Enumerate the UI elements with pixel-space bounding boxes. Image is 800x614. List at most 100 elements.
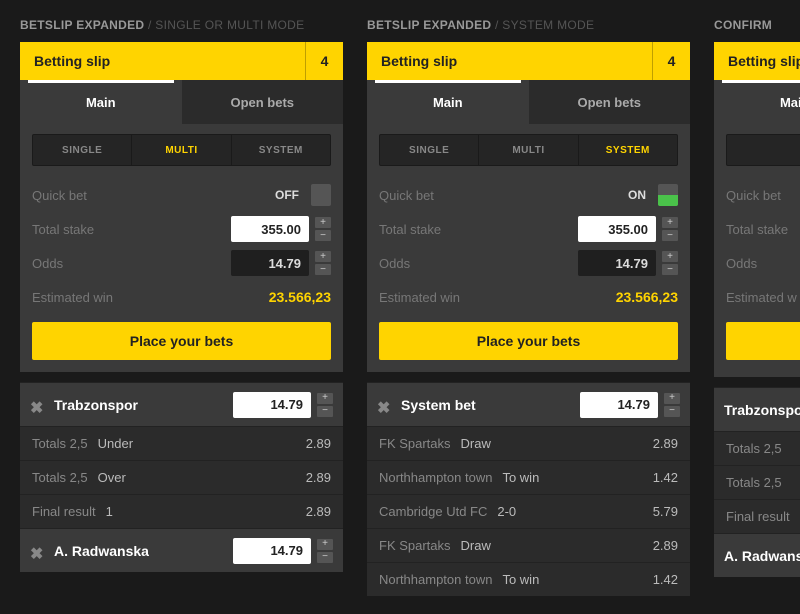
mode-single[interactable]: SINGLE xyxy=(727,135,800,165)
bet-decrement-button[interactable]: − xyxy=(317,406,333,417)
bet-line-pick: Draw xyxy=(461,436,653,451)
bet-line[interactable]: FK SpartaksDraw2.89 xyxy=(367,426,690,460)
stake-increment-button[interactable]: + xyxy=(315,217,331,228)
odds-decrement-button[interactable]: − xyxy=(662,264,678,275)
odds-input[interactable] xyxy=(578,250,656,276)
bet-line[interactable]: Totals 2,5Over2.89 xyxy=(20,460,343,494)
bet-line[interactable]: Northhampton townTo win1.42 xyxy=(367,460,690,494)
remove-bet-icon[interactable]: ✖ xyxy=(30,544,44,558)
tab-main[interactable]: Main xyxy=(714,80,800,124)
bet-line-odds: 1.42 xyxy=(653,572,678,587)
odds-label: Odds xyxy=(379,256,578,271)
bet-line[interactable]: Totals 2,5 xyxy=(714,431,800,465)
panel-title-main: BETSLIP EXPANDED xyxy=(367,18,491,32)
bet-line-market: Northhampton town xyxy=(379,572,492,587)
bet-line[interactable]: Totals 2,5 xyxy=(714,465,800,499)
odds-input[interactable] xyxy=(231,250,309,276)
header-bar: Betting slip4 xyxy=(20,42,343,80)
place-bets-button[interactable] xyxy=(726,322,800,360)
odds-decrement-button[interactable]: − xyxy=(315,264,331,275)
bet-stake-input[interactable] xyxy=(233,392,311,418)
panel-body: SINGLEMULTISYSTEMQuick betONTotal stake+… xyxy=(367,124,690,372)
mode-single[interactable]: SINGLE xyxy=(380,135,479,165)
bet-increment-button[interactable]: + xyxy=(317,539,333,550)
header-title: Betting slip xyxy=(367,42,652,80)
bet-line[interactable]: Final result1 xyxy=(714,499,800,533)
quick-bet-label: Quick bet xyxy=(726,188,800,203)
bet-line-pick: Under xyxy=(98,436,306,451)
bet-decrement-button[interactable]: − xyxy=(317,552,333,563)
remove-bet-icon[interactable]: ✖ xyxy=(30,398,44,412)
stake-increment-button[interactable]: + xyxy=(662,217,678,228)
bet-name: Trabzonspor xyxy=(724,402,800,418)
stake-decrement-button[interactable]: − xyxy=(662,230,678,241)
odds-label: Odds xyxy=(32,256,231,271)
bet-name: Trabzonspor xyxy=(54,397,233,413)
tabs: Main xyxy=(714,80,800,124)
estimated-row: Estimated win23.566,23 xyxy=(379,280,678,314)
bet-line-odds: 2.89 xyxy=(306,504,331,519)
bet-line-odds: 2.89 xyxy=(306,470,331,485)
bet-increment-button[interactable]: + xyxy=(664,393,680,404)
stake-input[interactable] xyxy=(578,216,656,242)
bet-stepper: +− xyxy=(317,539,333,563)
bets-list: Trabzonspor Totals 2,5 Totals 2,5 Final res… xyxy=(714,387,800,577)
bet-header: ✖ Trabzonspor + − xyxy=(20,382,343,426)
bet-line[interactable]: Totals 2,5Under2.89 xyxy=(20,426,343,460)
bet-name: System bet xyxy=(401,397,580,413)
quick-bet-row: Quick betOFF xyxy=(32,178,331,212)
bet-header: Trabzonspor xyxy=(714,387,800,431)
bets-list: ✖ System bet + − FK SpartaksDraw2.89 Northham… xyxy=(367,382,690,596)
estimated-value: 23.566,23 xyxy=(269,289,331,305)
stake-row: Total stake + − xyxy=(32,212,331,246)
estimated-label: Estimated w xyxy=(726,290,800,305)
bet-line-market: Totals 2,5 xyxy=(726,475,782,490)
tab-main[interactable]: Main xyxy=(20,80,182,124)
place-bets-button[interactable]: Place your bets xyxy=(32,322,331,360)
betslip-panel: CONFIRMBetting slipMainSINGLEQuick betTo… xyxy=(714,18,800,596)
remove-bet-icon[interactable]: ✖ xyxy=(377,398,391,412)
bet-stake-input[interactable] xyxy=(233,538,311,564)
quick-bet-row: Quick bet xyxy=(726,178,800,212)
bet-line[interactable]: FK SpartaksDraw2.89 xyxy=(367,528,690,562)
mode-system[interactable]: SYSTEM xyxy=(579,135,677,165)
mode-multi[interactable]: MULTI xyxy=(132,135,231,165)
tab-open-bets[interactable]: Open bets xyxy=(182,80,344,124)
bet-line-market: FK Spartaks xyxy=(379,436,451,451)
tabs: MainOpen bets xyxy=(20,80,343,124)
tabs: MainOpen bets xyxy=(367,80,690,124)
betslip-panel: BETSLIP EXPANDED / SINGLE OR MULTI MODEB… xyxy=(20,18,343,596)
panel-body: SINGLE Quick bet Total stake+−Odds+− Estima… xyxy=(714,124,800,377)
odds-stepper: +− xyxy=(315,251,331,275)
bet-decrement-button[interactable]: − xyxy=(664,406,680,417)
stake-row: Total stake+− xyxy=(726,212,800,246)
bet-line-market: Final result xyxy=(726,509,790,524)
stake-label: Total stake xyxy=(32,222,231,237)
bet-line[interactable]: Final result12.89 xyxy=(20,494,343,528)
bet-line[interactable]: Cambridge Utd FC2-05.79 xyxy=(367,494,690,528)
bet-line-pick: To win xyxy=(502,470,652,485)
panel-title: BETSLIP EXPANDED / SYSTEM MODE xyxy=(367,18,690,32)
quick-bet-toggle[interactable] xyxy=(658,184,678,206)
odds-increment-button[interactable]: + xyxy=(662,251,678,262)
stake-input[interactable] xyxy=(231,216,309,242)
tab-main[interactable]: Main xyxy=(367,80,529,124)
odds-row: Odds+− xyxy=(726,246,800,280)
mode-multi[interactable]: MULTI xyxy=(479,135,578,165)
mode-selector: SINGLEMULTISYSTEM xyxy=(379,134,678,166)
tab-open-bets[interactable]: Open bets xyxy=(529,80,691,124)
stake-decrement-button[interactable]: − xyxy=(315,230,331,241)
bet-line-pick: To win xyxy=(502,572,652,587)
place-bets-button[interactable]: Place your bets xyxy=(379,322,678,360)
mode-single[interactable]: SINGLE xyxy=(33,135,132,165)
bet-line-market: FK Spartaks xyxy=(379,538,451,553)
bet-header: A. Radwanska xyxy=(714,533,800,577)
bet-line-market: Totals 2,5 xyxy=(32,470,88,485)
odds-increment-button[interactable]: + xyxy=(315,251,331,262)
quick-bet-toggle[interactable] xyxy=(311,184,331,206)
bet-increment-button[interactable]: + xyxy=(317,393,333,404)
bet-line[interactable]: Northhampton town To win1.42 xyxy=(367,562,690,596)
bet-stake-input[interactable] xyxy=(580,392,658,418)
mode-system[interactable]: SYSTEM xyxy=(232,135,330,165)
panel-title: CONFIRM xyxy=(714,18,800,32)
